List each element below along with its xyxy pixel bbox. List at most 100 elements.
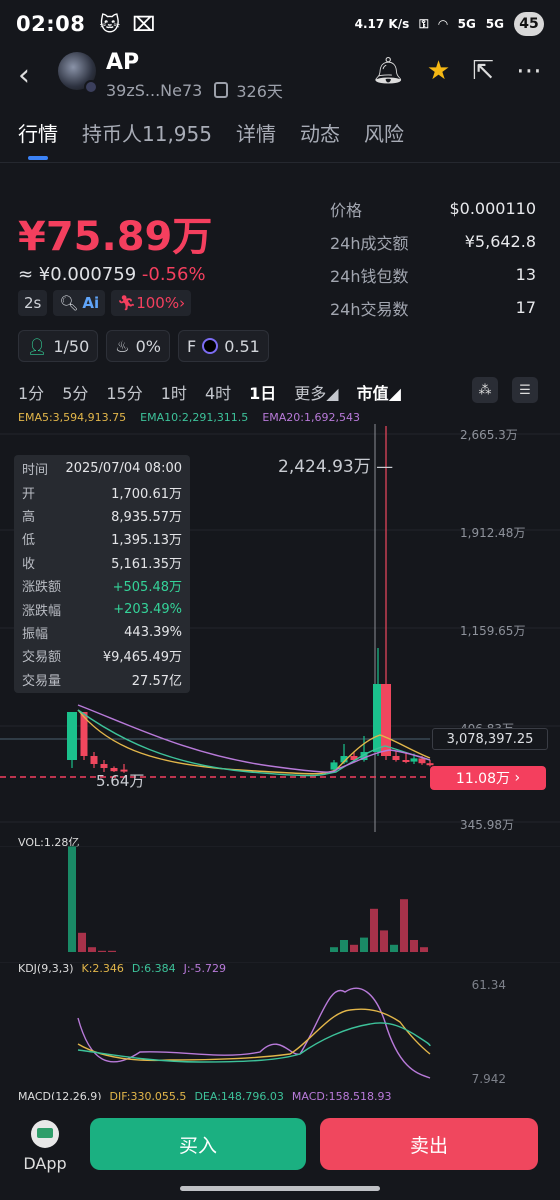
volume-bar [370, 908, 378, 952]
interval-more[interactable]: 更多◢ [294, 380, 338, 404]
tab-details[interactable]: 详情 [236, 118, 276, 147]
tooltip-row: 交易量 27.57亿 [22, 668, 182, 691]
y-tick-label: 2,665.3万 [460, 428, 518, 442]
kdj-d-line [77, 1022, 431, 1063]
home-indicator[interactable] [180, 1186, 380, 1191]
crosshair-value: 3,078,397.25 [432, 728, 548, 750]
metric-mcap[interactable]: 市值◢ [357, 380, 401, 404]
candle [392, 756, 400, 760]
low-label: 5.64万 [96, 772, 144, 790]
volume-bar [380, 930, 388, 952]
kdj-axis-top: 61.34 [471, 978, 506, 992]
tooltip-value: 8,935.57万 [111, 509, 182, 525]
key-icon: ⚿ [419, 16, 429, 31]
volume-bar [400, 899, 408, 952]
volume-bar [88, 947, 96, 952]
tab-risk[interactable]: 风险 [364, 118, 404, 147]
interval-5m[interactable]: 5分 [62, 380, 88, 404]
dapp-icon [31, 1120, 59, 1148]
interval-4h[interactable]: 4时 [205, 380, 231, 404]
interval-15m[interactable]: 15分 [106, 380, 142, 404]
dapp-button[interactable]: DApp [22, 1120, 68, 1173]
star-icon[interactable]: ★ [427, 56, 450, 86]
net-speed: 4.17 K/s [354, 17, 410, 31]
chart-settings-icon[interactable]: ☰ [512, 377, 538, 403]
interval-1d[interactable]: 1日 [249, 380, 276, 404]
token-name: AP [106, 50, 140, 75]
chef-hat-icon: ♨ [115, 336, 130, 356]
tooltip-value: 1,700.61万 [111, 486, 182, 502]
volume-bar [330, 947, 338, 952]
refresh-interval-chip[interactable]: 2s [18, 290, 48, 316]
volume-bar [68, 846, 76, 952]
volume-bar [98, 950, 106, 952]
tooltip-key: 交易额 [22, 650, 62, 666]
tooltip-value: 27.57亿 [131, 673, 182, 689]
status-time: 02:08 [16, 12, 86, 36]
kdj-axis-bottom: 7.942 [471, 1072, 506, 1086]
search-icon: 🔍︎ [59, 294, 79, 312]
tab-indicator [28, 156, 48, 160]
copy-icon[interactable] [214, 82, 229, 98]
indicator-dots-icon[interactable]: ⁂ [472, 377, 498, 403]
candle-tooltip: 时间 2025/07/04 08:00 开 1,700.61万高 8,935.57万低 1… [14, 455, 190, 693]
stat-row: 24h钱包数 13 [330, 265, 536, 286]
signal-icon-1: 5G [457, 17, 476, 31]
candle [67, 712, 77, 760]
tooltip-key: 涨跌幅 [22, 603, 62, 619]
candle [110, 768, 118, 772]
volume-bar [360, 937, 368, 952]
tooltip-row: 振幅 443.39% [22, 621, 182, 644]
tooltip-value: 1,395.13万 [111, 533, 182, 549]
holders-ratio-chip[interactable]: 👤︎ 1/50 [18, 330, 99, 362]
interval-1m[interactable]: 1分 [18, 380, 44, 404]
dev-chip[interactable]: ♨ 0% [106, 330, 170, 362]
stat-row: 价格 $0.000110 [330, 199, 536, 220]
user-icon: 👤︎ [27, 336, 48, 356]
candle [426, 763, 434, 766]
volume-bar [340, 940, 348, 952]
tab-holders[interactable]: 持币人11,955 [82, 118, 212, 147]
stat-row: 24h交易数 17 [330, 298, 536, 319]
tab-market[interactable]: 行情 [18, 118, 58, 147]
pump-chip[interactable]: 🏃︎ 100% › [111, 290, 192, 316]
price-change: -0.56% [141, 264, 206, 285]
bell-icon[interactable]: 🔔︎ [372, 56, 405, 86]
divider [0, 162, 560, 163]
back-icon[interactable]: ‹ [18, 58, 30, 93]
chevron-right-icon: › [179, 294, 186, 312]
last-price-tag[interactable]: 11.08万 › [430, 766, 546, 790]
tooltip-value: 2025/07/04 08:00 [65, 461, 182, 477]
scan-icon: ⌧ [132, 12, 156, 36]
tab-bar: 行情 持币人11,955 详情 动态 风险 [18, 118, 404, 147]
ai-search-chip[interactable]: 🔍︎ Ai [53, 290, 106, 316]
f-score-chip[interactable]: F 0.51 [177, 330, 269, 362]
stat-row: 24h成交额 ¥5,642.8 [330, 232, 536, 253]
tooltip-key: 振幅 [22, 626, 49, 642]
tab-activity[interactable]: 动态 [300, 118, 340, 147]
tooltip-value: ¥9,465.49万 [102, 650, 182, 666]
volume-bar [108, 950, 116, 952]
tooltip-row: 低 1,395.13万 [22, 527, 182, 550]
share-icon[interactable]: ⇱ [472, 56, 494, 86]
interval-1h[interactable]: 1时 [161, 380, 187, 404]
market-cap: ¥75.89万 [18, 214, 213, 260]
volume-bar [350, 944, 358, 952]
more-icon[interactable]: ⋯ [516, 56, 542, 86]
sell-button[interactable]: 卖出 [320, 1118, 538, 1170]
runner-icon: 🏃︎ [117, 294, 137, 312]
volume-bar [420, 947, 428, 952]
status-bar: 02:08 🐱 ⌧ 4.17 K/s ⚿ ◠ 5G 5G 45 [0, 0, 560, 48]
y-tick-label: 1,159.65万 [460, 624, 525, 638]
unit-price: ≈ ¥0.000759 -0.56% [18, 264, 206, 285]
tooltip-key: 涨跌额 [22, 580, 62, 596]
tooltip-row: 开 1,700.61万 [22, 480, 182, 503]
cat-icon: 🐱 [99, 12, 121, 36]
tooltip-row: 时间 2025/07/04 08:00 [22, 457, 182, 480]
tooltip-value: +203.49% [113, 601, 182, 617]
candle [410, 758, 418, 762]
tooltip-row: 涨跌幅 +203.49% [22, 597, 182, 620]
buy-button[interactable]: 买入 [90, 1118, 306, 1170]
solana-icon [202, 338, 219, 354]
chevron-right-icon: › [510, 770, 521, 786]
